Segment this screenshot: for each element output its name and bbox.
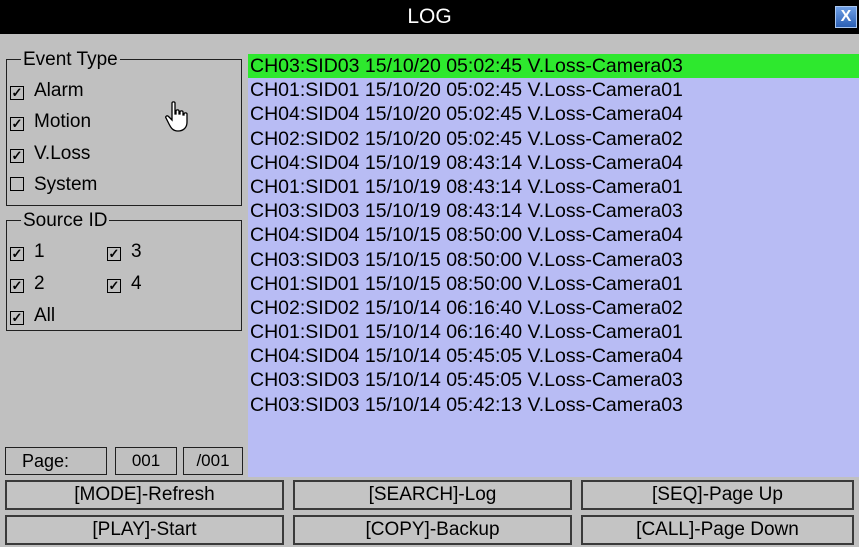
log-row[interactable]: CH04:SID04 15/10/20 05:02:45 V.Loss-Came…	[248, 102, 859, 126]
event-type-legend: Event Type	[23, 49, 118, 70]
source-1-checkbox[interactable]: ✓ 1	[10, 241, 45, 263]
checkbox-icon: ✓	[10, 85, 24, 100]
source-id-legend: Source ID	[23, 210, 108, 231]
source-2-checkbox[interactable]: ✓ 2	[10, 273, 45, 295]
source-4-checkbox[interactable]: ✓ 4	[107, 273, 142, 295]
copy-backup-button[interactable]: [COPY]-Backup	[293, 515, 572, 545]
page-total: /001	[183, 447, 243, 475]
search-log-button[interactable]: [SEARCH]-Log	[293, 480, 572, 510]
window-title: LOG	[407, 5, 452, 28]
checkbox-icon: ✓	[10, 116, 24, 131]
source-3-checkbox[interactable]: ✓ 3	[107, 241, 142, 263]
source-all-checkbox[interactable]: ✓ All	[10, 305, 55, 327]
log-row[interactable]: CH01:SID01 15/10/19 08:43:14 V.Loss-Came…	[248, 175, 859, 199]
log-row[interactable]: CH01:SID01 15/10/20 05:02:45 V.Loss-Came…	[248, 78, 859, 102]
function-button-bar: [MODE]-Refresh [SEARCH]-Log [SEQ]-Page U…	[0, 478, 859, 547]
checkbox-icon	[10, 177, 24, 191]
event-vloss-checkbox[interactable]: ✓ V.Loss	[10, 143, 90, 165]
checkbox-icon: ✓	[10, 310, 24, 325]
event-system-checkbox[interactable]: System	[10, 174, 97, 196]
close-icon[interactable]: X	[835, 6, 857, 28]
event-motion-checkbox[interactable]: ✓ Motion	[10, 111, 91, 133]
hand-cursor-icon	[165, 101, 188, 132]
event-alarm-checkbox[interactable]: ✓ Alarm	[10, 80, 84, 102]
page-label: Page:	[5, 447, 107, 475]
log-row[interactable]: CH04:SID04 15/10/14 05:45:05 V.Loss-Came…	[248, 344, 859, 368]
play-start-button[interactable]: [PLAY]-Start	[5, 515, 284, 545]
checkbox-icon: ✓	[107, 278, 121, 293]
log-row[interactable]: CH01:SID01 15/10/15 08:50:00 V.Loss-Came…	[248, 272, 859, 296]
page-current: 001	[115, 447, 177, 475]
refresh-button[interactable]: [MODE]-Refresh	[5, 480, 284, 510]
checkbox-icon: ✓	[107, 246, 121, 261]
filter-panel: Event Type ✓ Alarm ✓ Motion ✓ V.Loss System…	[0, 34, 245, 477]
page-down-button[interactable]: [CALL]-Page Down	[581, 515, 854, 545]
log-row[interactable]: CH04:SID04 15/10/15 08:50:00 V.Loss-Came…	[248, 223, 859, 247]
log-row[interactable]: CH03:SID03 15/10/15 08:50:00 V.Loss-Came…	[248, 248, 859, 272]
log-row[interactable]: CH01:SID01 15/10/14 06:16:40 V.Loss-Came…	[248, 320, 859, 344]
log-row[interactable]: CH02:SID02 15/10/14 06:16:40 V.Loss-Came…	[248, 296, 859, 320]
log-row[interactable]: CH03:SID03 15/10/20 05:02:45 V.Loss-Came…	[248, 54, 859, 79]
checkbox-icon: ✓	[10, 278, 24, 293]
log-list[interactable]: CH03:SID03 15/10/20 05:02:45 V.Loss-Came…	[248, 54, 859, 477]
log-row[interactable]: CH04:SID04 15/10/19 08:43:14 V.Loss-Came…	[248, 151, 859, 175]
log-row[interactable]: CH03:SID03 15/10/14 05:42:13 V.Loss-Came…	[248, 393, 859, 417]
log-row[interactable]: CH03:SID03 15/10/14 05:45:05 V.Loss-Came…	[248, 368, 859, 392]
checkbox-icon: ✓	[10, 148, 24, 163]
checkbox-icon: ✓	[10, 246, 24, 261]
log-row[interactable]: CH03:SID03 15/10/19 08:43:14 V.Loss-Came…	[248, 199, 859, 223]
log-row[interactable]: CH02:SID02 15/10/20 05:02:45 V.Loss-Came…	[248, 127, 859, 151]
title-bar: LOG X	[0, 0, 859, 34]
page-up-button[interactable]: [SEQ]-Page Up	[581, 480, 854, 510]
